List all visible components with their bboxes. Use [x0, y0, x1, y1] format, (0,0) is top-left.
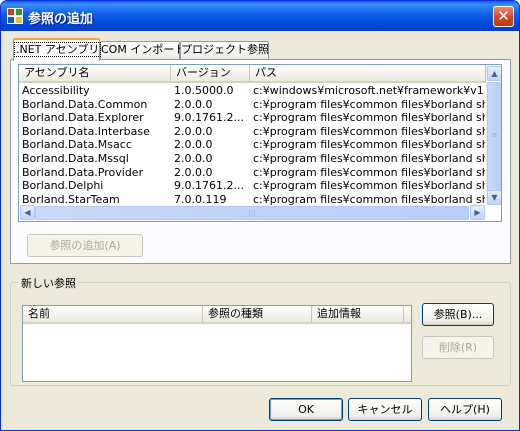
- path-cell: c:¥program files¥common files¥borland sh…: [253, 165, 485, 179]
- tab-label: プロジェクト参照: [181, 43, 269, 56]
- path-cell: c:¥program files¥common files¥borland sh…: [253, 152, 485, 165]
- assembly-name-cell: Borland.Data.Msacc: [22, 138, 132, 152]
- table-row[interactable]: Borland.Data.Interbase 2.0.0.0 c:¥program …: [19, 125, 486, 139]
- table-row[interactable]: Borland.Data.Mssql 2.0.0.0 c:¥program file…: [19, 152, 486, 166]
- window-title: 参照の追加: [28, 12, 94, 27]
- tab-dotnet-assembly[interactable]: .NET アセンブリ: [13, 38, 102, 61]
- new-references-list[interactable]: 名前 参照の種類 追加情報: [22, 305, 412, 382]
- column-header-path[interactable]: パス: [250, 65, 486, 83]
- path-cell: c:¥program files¥common files¥borland sh…: [253, 97, 485, 111]
- assembly-name-cell: Borland.Data.Common: [22, 97, 148, 111]
- version-cell: 9.0.1761.2...: [174, 111, 244, 125]
- column-header-reference-type[interactable]: 参照の種類: [203, 306, 312, 324]
- version-cell: 2.0.0.0: [174, 124, 213, 138]
- browse-button[interactable]: 参照(B)...: [422, 303, 494, 326]
- app-icon: [7, 8, 23, 24]
- horizontal-scrollbar[interactable]: ◀ ||| ▶: [19, 205, 486, 221]
- tab-label: .NET アセンブリ: [14, 42, 102, 57]
- assembly-name-cell: Borland.Data.Explorer: [22, 111, 144, 125]
- assembly-name-cell: Borland.Data.Interbase: [22, 124, 150, 138]
- path-cell: c:¥program files¥common files¥borland sh…: [253, 138, 485, 152]
- add-reference-button[interactable]: 参照の追加(A): [27, 234, 143, 257]
- cancel-button[interactable]: キャンセル: [348, 398, 422, 421]
- column-header-version[interactable]: バージョン: [171, 65, 250, 83]
- version-cell: 1.0.5000.0: [174, 84, 234, 97]
- assembly-name-cell: Borland.Delphi: [22, 179, 104, 193]
- scroll-up-icon[interactable]: ▲: [487, 66, 501, 81]
- assembly-name-cell: Accessibility: [22, 84, 90, 97]
- version-cell: 2.0.0.0: [174, 97, 213, 111]
- column-header-name[interactable]: 名前: [23, 306, 203, 324]
- path-cell: c:¥program files¥common files¥borland sh…: [253, 111, 485, 125]
- vertical-scroll-thumb[interactable]: ≡: [487, 82, 501, 191]
- assembly-list[interactable]: アセンブリ名 バージョン パス Accessibility 1.0.5000.0 c…: [18, 64, 502, 222]
- table-row[interactable]: Borland.Delphi 9.0.1761.2... c:¥program fi…: [19, 179, 486, 193]
- version-cell: 2.0.0.0: [174, 152, 213, 165]
- remove-button[interactable]: 削除(R): [422, 336, 494, 359]
- scroll-down-icon[interactable]: ▼: [487, 190, 501, 205]
- table-row[interactable]: Borland.Data.Provider 2.0.0.0 c:¥program f…: [19, 166, 486, 180]
- assembly-name-cell: Borland.Data.Mssql: [22, 152, 129, 165]
- column-header-assembly-name[interactable]: アセンブリ名: [19, 65, 171, 83]
- new-references-group-label: 新しい参照: [19, 275, 78, 291]
- scroll-left-icon[interactable]: ◀: [20, 205, 35, 220]
- table-row[interactable]: Borland.Data.Msacc 2.0.0.0 c:¥program file…: [19, 138, 486, 152]
- vertical-scrollbar[interactable]: ▲ ≡ ▼: [486, 65, 501, 205]
- ok-button[interactable]: OK: [269, 398, 343, 421]
- scroll-right-icon[interactable]: ▶: [470, 205, 485, 220]
- column-header-filler: [404, 306, 411, 324]
- tab-project-reference[interactable]: プロジェクト参照: [180, 41, 269, 59]
- version-cell: 2.0.0.0: [174, 165, 213, 179]
- column-header-additional-info[interactable]: 追加情報: [312, 306, 404, 324]
- version-cell: 2.0.0.0: [174, 138, 213, 152]
- tab-com-import[interactable]: COM インポート: [100, 41, 185, 59]
- path-cell: c:¥windows¥microsoft.net¥framework¥v1.1.…: [253, 84, 485, 97]
- help-button[interactable]: ヘルプ(H): [428, 398, 502, 421]
- path-cell: c:¥program files¥common files¥borland sh…: [253, 124, 485, 138]
- title-bar[interactable]: 参照の追加 ✕: [1, 1, 519, 31]
- table-row[interactable]: Borland.Data.Common 2.0.0.0 c:¥program fil…: [19, 98, 486, 112]
- table-row[interactable]: Borland.Data.Explorer 9.0.1761.2... c:¥pro…: [19, 111, 486, 125]
- tab-label: COM インポート: [101, 43, 186, 56]
- version-cell: 9.0.1761.2...: [174, 179, 244, 193]
- assembly-name-cell: Borland.Data.Provider: [22, 165, 144, 179]
- close-icon: ✕: [497, 7, 510, 25]
- horizontal-scroll-thumb[interactable]: |||: [35, 206, 469, 220]
- close-button[interactable]: ✕: [493, 6, 514, 27]
- table-row[interactable]: Accessibility 1.0.5000.0 c:¥windows¥micros…: [19, 84, 486, 98]
- add-reference-dialog: 参照の追加 ✕ .NET アセンブリ COM インポート プロジェクト参照 アセ…: [0, 0, 520, 431]
- path-cell: c:¥program files¥common files¥borland sh…: [253, 179, 485, 193]
